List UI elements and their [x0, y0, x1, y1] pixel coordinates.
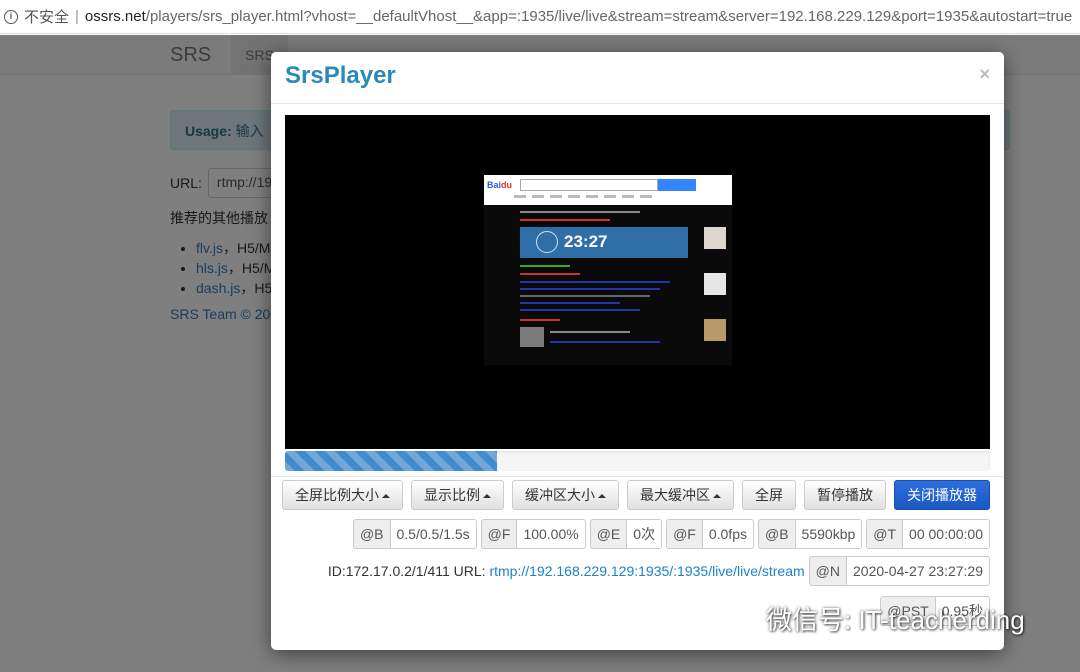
video-frame-search — [520, 179, 658, 191]
button-label: 显示比例 — [424, 487, 480, 503]
video-frame-line — [520, 319, 560, 321]
button-label: 缓冲区大小 — [525, 487, 595, 503]
video-frame-logo: Baidu — [487, 180, 513, 190]
video-frame-clock-time: 23:27 — [564, 232, 608, 251]
caret-up-icon — [713, 494, 721, 499]
stat-addon: @N — [808, 556, 846, 586]
max-buffer-button[interactable]: 最大缓冲区 — [627, 480, 734, 510]
stat-time: @T 00 00:00:00 — [866, 519, 990, 549]
caret-up-icon — [598, 494, 606, 499]
video-frame-tabs — [514, 195, 694, 201]
video-frame-line — [520, 309, 640, 311]
video-frame-search-button — [658, 179, 696, 191]
control-buttons: 全屏比例大小 显示比例 缓冲区大小 最大缓冲区 全屏 暂停播放 关闭播放器 — [282, 480, 990, 510]
stat-addon: @F — [480, 519, 517, 549]
player-modal: SrsPlayer × Baidu 23:27 全屏比例大小 显示比例 缓冲区大… — [271, 52, 1004, 650]
video-frame-line — [520, 273, 580, 275]
stream-id-label: ID:172.17.0.2/1/411 URL: — [327, 563, 486, 579]
video-frame-side-image — [704, 273, 726, 295]
info-icon[interactable]: i — [4, 9, 18, 24]
stat-value: 0.0fps — [701, 519, 754, 549]
stat-bitrate: @B 5590kbp — [757, 519, 863, 549]
watermark-text: 微信号: IT-teacherding — [766, 605, 1025, 635]
address-separator: | — [75, 8, 79, 25]
buffer-size-button[interactable]: 缓冲区大小 — [512, 480, 619, 510]
button-label: 最大缓冲区 — [640, 487, 710, 503]
stat-addon: @B — [352, 519, 390, 549]
video-frame-line — [520, 281, 670, 283]
video-frame-line — [550, 331, 630, 333]
stream-info-row: ID:172.17.0.2/1/411 URL: rtmp://192.168.… — [328, 556, 990, 586]
stat-value: 100.00% — [516, 519, 586, 549]
modal-header: SrsPlayer × — [271, 52, 1004, 104]
security-label: 不安全 — [24, 9, 70, 26]
stat-buffer: @B 0.5/0.5/1.5s — [352, 519, 477, 549]
address-bar[interactable]: i 不安全 | ossrs.net /players/srs_player.ht… — [0, 0, 1080, 34]
stats-row: @B 0.5/0.5/1.5s @F 100.00% @E 0次 @F 0.0fps @… — [352, 519, 990, 549]
video-frame-side-image — [704, 227, 726, 249]
close-player-button[interactable]: 关闭播放器 — [894, 480, 990, 510]
stat-value: 00 00:00:00 — [902, 519, 990, 549]
fullscreen-scale-button[interactable]: 全屏比例大小 — [282, 480, 403, 510]
wechat-watermark: 微信号: IT-teacherding — [712, 600, 1025, 637]
stream-id-text: ID:172.17.0.2/1/411 URL: rtmp://192.168.… — [328, 563, 805, 579]
stat-value: 0.5/0.5/1.5s — [389, 519, 477, 549]
buffer-progress-fill — [285, 451, 497, 471]
stat-addon: @T — [866, 519, 903, 549]
video-frame-line — [520, 211, 640, 213]
stat-value: 2020-04-27 23:27:29 — [846, 556, 990, 586]
url-host: ossrs.net — [84, 8, 146, 25]
stat-value: 5590kbp — [794, 519, 863, 549]
video-frame-line — [520, 288, 660, 290]
video-frame-header: Baidu — [484, 175, 732, 205]
buffer-progress-bar — [285, 451, 990, 471]
video-frame-image — [520, 327, 544, 347]
stream-url-link[interactable]: rtmp://192.168.229.129:1935/:1935/live/l… — [489, 563, 804, 579]
video-frame-line — [520, 265, 570, 267]
display-ratio-button[interactable]: 显示比例 — [411, 480, 504, 510]
video-frame-side-image — [704, 319, 726, 341]
modal-title: SrsPlayer — [285, 62, 396, 89]
footer-divider — [271, 476, 1004, 477]
stat-now: @N 2020-04-27 23:27:29 — [808, 556, 990, 586]
wechat-icon — [712, 601, 758, 637]
video-frame-line — [520, 295, 650, 297]
caret-up-icon — [382, 494, 390, 499]
clock-icon — [536, 231, 558, 253]
video-frame-clock: 23:27 — [520, 227, 688, 258]
pause-button[interactable]: 暂停播放 — [804, 480, 886, 510]
fullscreen-button[interactable]: 全屏 — [742, 480, 796, 510]
video-frame-line — [520, 302, 620, 304]
url-path: /players/srs_player.html?vhost=__default… — [145, 8, 1073, 25]
close-icon[interactable]: × — [979, 64, 990, 85]
stat-fps: @F 0.0fps — [666, 519, 754, 549]
video-frame-line — [550, 341, 660, 343]
caret-up-icon — [483, 494, 491, 499]
stat-errors: @E 0次 — [589, 519, 663, 549]
video-frame-line — [520, 219, 610, 221]
stat-addon: @B — [757, 519, 795, 549]
stat-addon: @F — [666, 519, 702, 549]
stat-fullness: @F 100.00% — [480, 519, 586, 549]
video-player[interactable]: Baidu 23:27 — [285, 115, 990, 449]
stat-addon: @E — [589, 519, 627, 549]
stat-value: 0次 — [626, 519, 663, 549]
video-frame: Baidu 23:27 — [484, 175, 732, 365]
button-label: 全屏比例大小 — [295, 487, 379, 503]
